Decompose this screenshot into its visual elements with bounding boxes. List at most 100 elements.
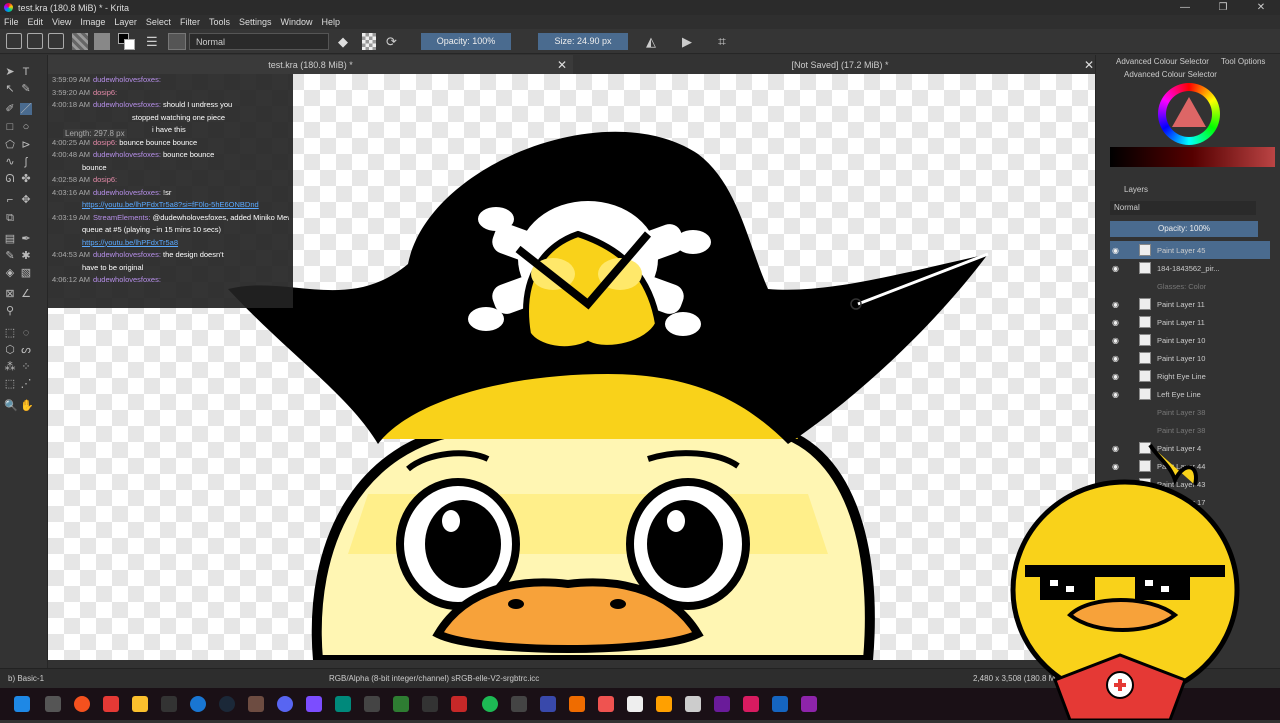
layer-row[interactable]: ◉ Paint Layer 45 [1110,241,1270,259]
pan-tool-icon[interactable]: ✋ [20,400,34,412]
close-tab-icon[interactable]: ✕ [1084,58,1094,72]
layer-row[interactable]: Glasses: Color [1110,277,1270,295]
move-tool-icon[interactable]: ✥ [20,194,32,206]
layer-row[interactable]: ◉ Paint Layer 10 [1110,349,1270,367]
visibility-eye-icon[interactable]: ◉ [1112,246,1121,255]
bezier-select-icon[interactable]: ⬚ [4,378,16,390]
layer-row[interactable]: Paint Layer 38 [1110,421,1270,439]
layer-row[interactable]: ◉ Paint Layer 11 [1110,295,1270,313]
search-icon[interactable] [45,696,61,712]
app-icon[interactable] [306,696,322,712]
layer-opacity-slider[interactable]: Opacity: 100% [1110,221,1258,237]
multibrush-icon[interactable]: ✤ [20,173,32,185]
close-window-button[interactable]: ✕ [1242,0,1280,15]
gradient-icon[interactable] [72,33,88,50]
contiguous-select-icon[interactable]: ⁂ [4,361,16,373]
app-icon[interactable] [743,696,759,712]
epic-games-icon[interactable] [161,696,177,712]
ellipse-select-icon[interactable]: ◌ [20,327,32,339]
tab-advanced-colour-selector[interactable]: Advanced Colour Selector [1096,55,1209,69]
polygon-tool-icon[interactable]: ⬠ [4,139,16,151]
visibility-eye-icon[interactable]: ◉ [1112,264,1121,273]
preserve-alpha-icon[interactable] [362,33,376,50]
menu-settings[interactable]: Settings [239,17,272,27]
app-icon[interactable] [190,696,206,712]
windows-start-icon[interactable] [14,696,30,712]
layer-row[interactable]: ◉ Left Eye Line [1110,385,1270,403]
zoom-tool-icon[interactable]: 🔍 [4,400,18,412]
app-icon[interactable] [714,696,730,712]
tab-test-kra[interactable]: test.kra (180.8 MiB) * ✕ [48,55,573,74]
chat-link[interactable]: https://youtu.be/lhPFdxTr5a8?si=fF0lo-5h… [82,200,259,209]
menu-file[interactable]: File [4,17,19,27]
app-icon[interactable] [772,696,788,712]
app-icon[interactable] [511,696,527,712]
app-icon[interactable] [569,696,585,712]
edit-shapes-icon[interactable]: ↖ [4,83,16,95]
app-icon[interactable] [627,696,643,712]
layer-row[interactable]: Paint Layer 38 [1110,403,1270,421]
ellipse-tool-icon[interactable]: ○ [20,121,32,133]
bezier-tool-icon[interactable]: ∿ [4,156,16,168]
steam-icon[interactable] [219,696,235,712]
freehand-brush-icon[interactable]: ✐ [4,103,16,115]
pattern-icon[interactable] [94,33,110,50]
wrap-around-icon[interactable]: ⌗ [718,33,734,50]
maximize-button[interactable]: ❐ [1204,0,1242,15]
layer-row[interactable]: ◉ Right Eye Line [1110,367,1270,385]
visibility-eye-icon[interactable]: ◉ [1112,300,1121,309]
fill-tool-icon[interactable]: ◈ [4,267,16,279]
app-icon[interactable] [364,696,380,712]
mirror-vertical-icon[interactable]: ▶ [682,33,698,50]
discord-icon[interactable] [277,696,293,712]
krita-taskbar-icon[interactable] [801,696,817,712]
tab-not-saved[interactable]: [Not Saved] (17.2 MiB) * ✕ [580,55,1100,74]
eraser-icon[interactable]: ◆ [338,33,352,50]
brave-browser-icon[interactable] [74,696,90,712]
layer-blend-select[interactable]: Normal [1110,201,1256,215]
magnetic-select-icon[interactable]: ⋰ [20,378,32,390]
app-icon[interactable] [656,696,672,712]
app-icon[interactable] [422,696,438,712]
reload-preset-icon[interactable]: ⟳ [386,33,400,50]
close-tab-icon[interactable]: ✕ [557,58,567,72]
visibility-eye-icon[interactable]: ◉ [1112,318,1121,327]
menu-image[interactable]: Image [80,17,105,27]
menu-window[interactable]: Window [280,17,312,27]
polyline-tool-icon[interactable]: ⊳ [20,139,32,151]
blend-mode-select[interactable]: Normal [189,33,329,50]
brush-size-slider[interactable]: Size: 24.90 px [538,33,628,50]
menu-select[interactable]: Select [146,17,171,27]
fg-bg-color-icon[interactable] [118,33,136,50]
gradient-tool-icon[interactable]: ▤ [4,233,16,245]
minimize-button[interactable]: — [1166,0,1204,15]
dynamic-brush-icon[interactable]: ᘏ [4,173,16,185]
new-document-icon[interactable] [6,33,22,49]
app-icon[interactable] [451,696,467,712]
spotify-icon[interactable] [482,696,498,712]
polygon-select-icon[interactable]: ⬡ [4,344,16,356]
app-icon[interactable] [335,696,351,712]
save-icon[interactable] [48,33,64,49]
visibility-eye-icon[interactable]: ◉ [1112,372,1121,381]
menu-layer[interactable]: Layer [114,17,137,27]
open-document-icon[interactable] [27,33,43,49]
smart-patch-icon[interactable]: ✱ [20,250,32,262]
calligraphy-icon[interactable]: ✎ [20,83,32,95]
rect-select-icon[interactable]: ⬚ [4,327,16,339]
tab-tool-options[interactable]: Tool Options [1209,55,1265,69]
rectangle-tool-icon[interactable]: □ [4,121,16,133]
layer-row[interactable]: ◉ Paint Layer 11 [1110,313,1270,331]
menu-help[interactable]: Help [322,17,341,27]
colorize-mask-icon[interactable]: ✎ [4,250,16,262]
menu-view[interactable]: View [52,17,71,27]
assistant-tool-icon[interactable]: ⊠ [4,288,16,300]
mirror-horizontal-icon[interactable]: ◭ [646,33,662,50]
layer-row[interactable]: ◉ Paint Layer 10 [1110,331,1270,349]
minecraft-icon[interactable] [248,696,264,712]
menu-tools[interactable]: Tools [209,17,230,27]
color-picker-icon[interactable]: ✒ [20,233,32,245]
reference-tool-icon[interactable]: ⚲ [4,305,16,317]
layer-row[interactable]: ◉ 184-1843562_pir... [1110,259,1270,277]
select-shapes-icon[interactable]: ➤ [4,66,16,78]
